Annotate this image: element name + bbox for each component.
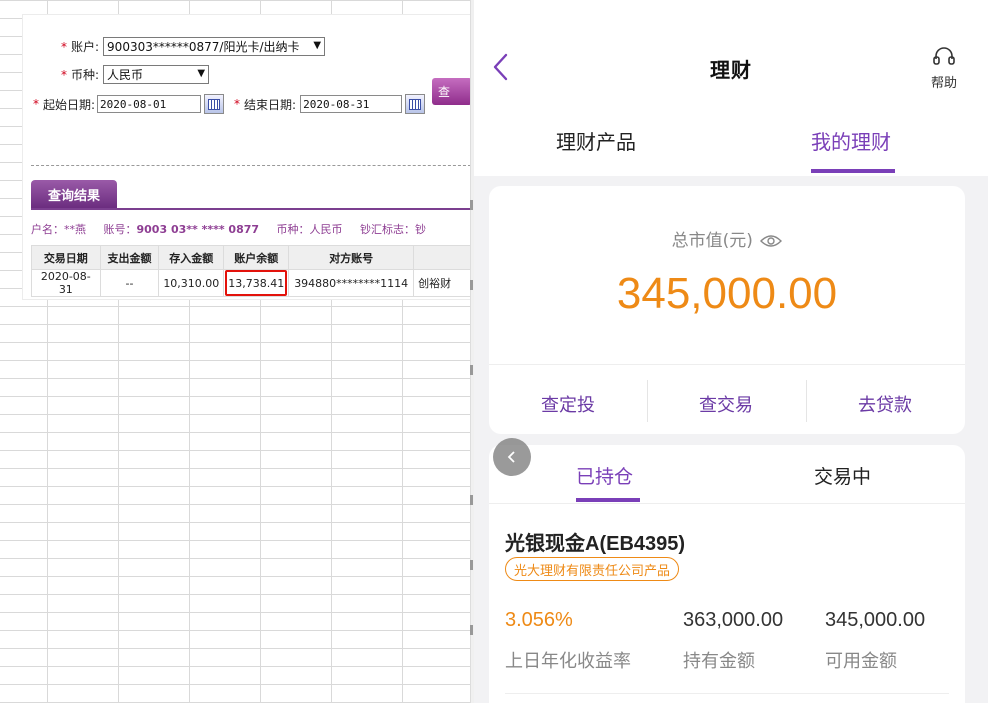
account-select-value: 900303******0877/阳光卡/出纳卡	[107, 40, 300, 54]
asset-summary-card: 总市值(元) 345,000.00 查定投 查交易 去贷款	[489, 186, 965, 434]
date-row: * 起始日期: 2020-08-01 * 结束日期: 2020-08-31	[33, 94, 426, 114]
query-results-tab[interactable]: 查询结果	[31, 180, 117, 208]
account-select[interactable]: 900303******0877/阳光卡/出纳卡 ▼	[103, 37, 326, 56]
txn-balance: 13,738.41	[223, 269, 290, 297]
column-header: 对方账号	[288, 245, 415, 270]
required-mark: *	[234, 97, 241, 111]
column-header: 账户余额	[223, 245, 290, 270]
dashed-divider	[31, 165, 471, 166]
headset-icon	[933, 47, 955, 65]
product-name[interactable]: 光银现金A(EB4395)	[505, 527, 685, 556]
issuer-badge: 光大理财有限责任公司产品	[505, 557, 680, 581]
account-name: 户名：**燕	[31, 223, 86, 236]
required-mark: *	[33, 97, 39, 111]
currency-label: 币种:	[71, 68, 100, 82]
start-date-label: 起始日期:	[43, 97, 96, 112]
check-auto-invest-button[interactable]: 查定投	[489, 391, 647, 417]
currency-select-value: 人民币	[107, 68, 144, 82]
help-label: 帮助	[930, 76, 957, 91]
column-header: 支出金额	[99, 245, 160, 270]
divider	[489, 364, 965, 365]
side-mark	[470, 200, 473, 210]
account-info-line: 户名：**燕 账号：9003 03** **** 0877 币种：人民币 钞汇标…	[31, 221, 440, 237]
app-header: 理财 帮助 理财产品 我的理财	[474, 0, 988, 176]
tab-holdings[interactable]: 已持仓	[576, 462, 633, 489]
side-mark	[470, 560, 473, 570]
eye-icon[interactable]	[760, 234, 783, 248]
side-mark	[470, 280, 473, 290]
column-header: 存入金额	[158, 245, 225, 270]
available-amount-label: 可用金额	[825, 651, 897, 672]
side-mark	[470, 495, 473, 505]
active-tab-indicator	[811, 169, 895, 173]
chevron-down-icon: ▼	[313, 40, 322, 51]
account-label: 账户:	[71, 40, 100, 54]
currency-info: 币种：人民币	[276, 223, 343, 236]
divider	[505, 693, 949, 694]
query-button[interactable]: 查	[432, 78, 472, 105]
currency-row: * 币种: 人民币 ▼	[61, 65, 210, 84]
account-number-value: 9003 03** **** 0877	[136, 223, 260, 236]
highlight-box	[225, 270, 288, 296]
txn-counterparty-name: 创裕财	[413, 269, 471, 297]
available-amount-value: 345,000.00	[825, 609, 926, 631]
txn-date: 2020-08-31	[31, 269, 101, 297]
column-header	[413, 245, 471, 270]
total-market-value: 345,000.00	[616, 269, 838, 318]
account-number: 账号：9003 03** **** 0877	[104, 223, 260, 236]
table-row: 2020-08-31 -- 10,310.00 13,738.41 394880…	[31, 269, 471, 297]
txn-credit: 10,310.00	[158, 269, 225, 297]
go-loan-button[interactable]: 去贷款	[806, 391, 964, 417]
annual-yield-value: 3.056%	[505, 609, 573, 631]
chevron-left-icon	[507, 451, 515, 463]
end-calendar-icon[interactable]	[405, 94, 426, 114]
holdings-card: 已持仓 交易中 光银现金A(EB4395) 光大理财有限责任公司产品 3.056…	[489, 445, 965, 703]
account-row: * 账户: 900303******0877/阳光卡/出纳卡 ▼	[61, 37, 326, 56]
help-button[interactable]: 帮助	[924, 46, 964, 91]
check-transactions-button[interactable]: 查交易	[647, 391, 805, 417]
page-title: 理财	[710, 58, 752, 82]
transactions-table: 交易日期 支出金额 存入金额 账户余额 对方账号 2020-08-31 -- 1…	[31, 245, 471, 297]
start-date-input[interactable]: 2020-08-01	[97, 95, 202, 113]
total-market-value-label: 总市值(元)	[489, 226, 965, 251]
end-date-input[interactable]: 2020-08-31	[300, 95, 403, 113]
txn-debit: --	[99, 269, 160, 297]
bank-query-panel: * 账户: 900303******0877/阳光卡/出纳卡 ▼ * 币种: 人…	[22, 14, 472, 300]
table-header-row: 交易日期 支出金额 存入金额 账户余额 对方账号	[31, 245, 471, 270]
wealth-app-screen: 理财 帮助 理财产品 我的理财 总市值(元) 345,000.00 查定投 查交…	[474, 0, 988, 703]
side-mark	[470, 365, 473, 375]
chevron-down-icon: ▼	[197, 68, 206, 79]
results-underline	[31, 208, 471, 210]
start-calendar-icon[interactable]	[204, 94, 225, 114]
txn-counterparty-account: 394880********1114	[288, 269, 415, 297]
collapse-button[interactable]	[493, 438, 531, 476]
side-mark	[470, 625, 473, 635]
annual-yield-label: 上日年化收益率	[505, 651, 631, 672]
cash-flag: 钞汇标志：钞	[360, 223, 427, 236]
tab-in-trading[interactable]: 交易中	[814, 462, 871, 489]
active-tab-indicator	[576, 498, 640, 502]
column-header: 交易日期	[31, 245, 101, 270]
required-mark: *	[61, 67, 67, 82]
holding-amount-value: 363,000.00	[683, 609, 784, 631]
divider	[489, 503, 965, 504]
account-number-label: 账号：	[103, 223, 137, 236]
tab-wealth-products[interactable]: 理财产品	[556, 126, 636, 155]
total-market-value-text: 总市值(元)	[671, 231, 753, 251]
required-mark: *	[61, 39, 67, 54]
currency-select[interactable]: 人民币 ▼	[103, 65, 210, 84]
tab-my-wealth[interactable]: 我的理财	[811, 126, 891, 155]
holding-amount-label: 持有金额	[683, 651, 755, 672]
end-date-label: 结束日期:	[244, 97, 297, 112]
